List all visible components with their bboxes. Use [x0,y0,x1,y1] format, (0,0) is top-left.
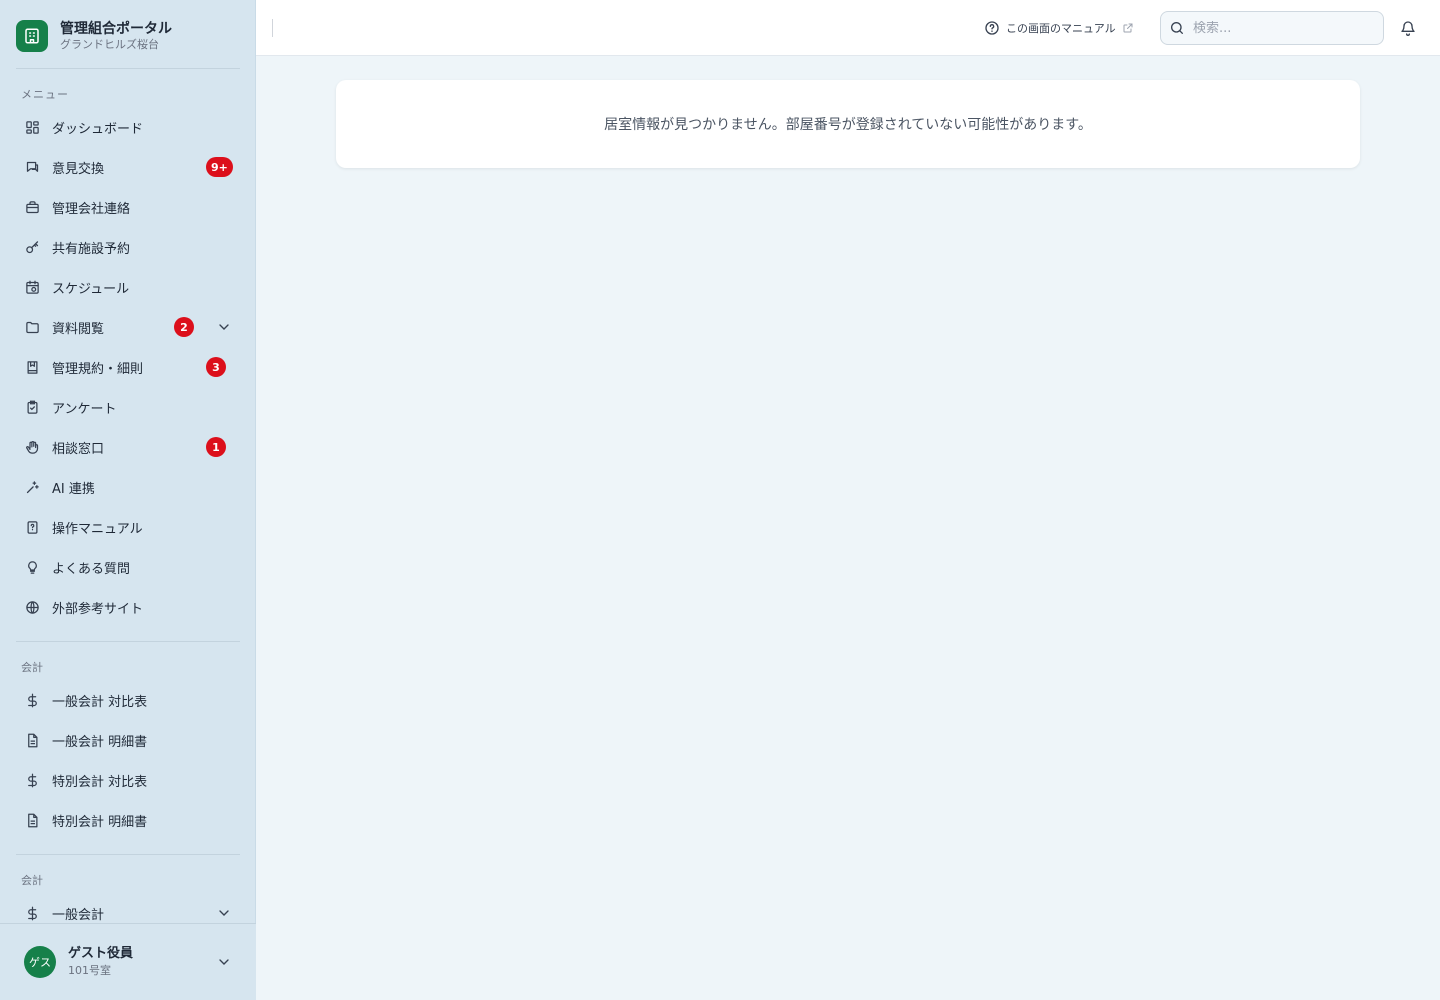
sidebar-item-ai[interactable]: AI 連携 [16,469,240,505]
sidebar-item-general-comparison[interactable]: 一般会計 対比表 [16,682,240,718]
sidebar-item-label: よくある質問 [52,561,131,577]
search-box[interactable] [1160,11,1384,45]
top-header: この画面のマニュアル [256,0,1440,56]
sidebar-item-label: 意見交換 [52,161,105,177]
sidebar-item-documents[interactable]: 資料閲覧 2 [16,309,240,345]
building-icon [16,20,48,52]
sidebar-item-label: 操作マニュアル [52,521,143,537]
sidebar-item-consultation[interactable]: 相談窓口 1 [16,429,240,465]
sidebar-item-label: 特別会計 明細書 [52,814,148,830]
document-icon [24,732,40,748]
sidebar-item-special-statement[interactable]: 特別会計 明細書 [16,802,240,838]
chat-icon [24,159,40,175]
sidebar-item-manual[interactable]: 操作マニュアル [16,509,240,545]
dollar-icon [24,905,40,921]
chevron-down-icon[interactable] [216,905,232,921]
sidebar-item-faq[interactable]: よくある質問 [16,549,240,585]
brand-subtitle: グランドヒルズ桜台 [60,38,159,51]
notification-badge: 9+ [206,157,233,177]
header-separator [272,19,273,37]
sidebar-item-label: 管理規約・細則 [52,361,144,377]
hand-icon [24,439,40,455]
sidebar-item-label: スケジュール [52,281,130,297]
sidebar-item-schedule[interactable]: スケジュール [16,269,240,305]
sidebar-item-label: 一般会計 対比表 [52,694,148,710]
sidebar-item-survey[interactable]: アンケート [16,389,240,425]
sidebar-item-label: 外部参考サイト [52,601,144,617]
key-icon [24,239,40,255]
globe-icon [24,599,40,615]
sidebar-item-opinion-exchange[interactable]: 意見交換 9+ [16,149,240,185]
divider [16,641,240,642]
brand-title: 管理組合ポータル [60,21,172,37]
sidebar-item-label: 共有施設予約 [52,241,131,257]
notification-badge: 1 [206,437,226,457]
section-label-menu: メニュー [21,88,69,101]
sidebar-item-label: 一般会計 [52,907,105,923]
dollar-icon [24,692,40,708]
sparkles-icon [24,479,40,495]
clipboard-icon [24,399,40,415]
sidebar-item-facility-booking[interactable]: 共有施設予約 [16,229,240,265]
screen-manual-link[interactable]: この画面のマニュアル [984,18,1134,38]
sidebar-item-label: ダッシュボード [52,121,144,137]
notification-badge: 3 [206,357,226,377]
dollar-icon [24,772,40,788]
chevron-down-icon[interactable] [216,319,232,335]
sidebar-item-general-accounting[interactable]: 一般会計 [16,895,240,923]
manual-icon [24,519,40,535]
sidebar-item-label: AI 連携 [52,481,95,497]
document-icon [24,812,40,828]
sidebar-item-label: アンケート [52,401,117,417]
notice-card: 居室情報が見つかりません。部屋番号が登録されていない可能性があります。 [336,80,1360,168]
bell-icon[interactable] [1400,19,1416,37]
sidebar-item-label: 相談窓口 [52,441,105,457]
sidebar-item-label: 資料閲覧 [52,321,105,337]
briefcase-icon [24,199,40,215]
manual-link-label: この画面のマニュアル [1006,22,1116,35]
help-circle-icon [984,20,1000,36]
dashboard-icon [24,119,40,135]
sidebar-item-dashboard[interactable]: ダッシュボード [16,109,240,145]
folder-icon [24,319,40,335]
book-icon [24,359,40,375]
notice-message: 居室情報が見つかりません。部屋番号が登録されていない可能性があります。 [604,117,1092,133]
sidebar-item-label: 特別会計 対比表 [52,774,148,790]
divider [16,854,240,855]
calendar-clock-icon [24,279,40,295]
section-label-accounting: 会計 [21,661,43,674]
search-icon [1171,22,1183,34]
brand[interactable]: 管理組合ポータル グランドヒルズ桜台 [16,16,240,56]
sidebar-item-special-comparison[interactable]: 特別会計 対比表 [16,762,240,798]
user-menu[interactable]: ゲス ゲスト役員 101号室 [0,923,256,1000]
sidebar-item-label: 一般会計 明細書 [52,734,148,750]
user-name: ゲスト役員 [68,946,134,961]
search-input[interactable] [1193,20,1373,36]
notification-badge: 2 [174,317,194,337]
sidebar-item-bylaws[interactable]: 管理規約・細則 3 [16,349,240,385]
avatar: ゲス [24,946,56,978]
sidebar-item-management-company[interactable]: 管理会社連絡 [16,189,240,225]
sidebar: 管理組合ポータル グランドヒルズ桜台 メニュー ダッシュボード 意見交換 9+ … [0,0,256,1000]
lightbulb-icon [24,559,40,575]
section-label-accounting-2: 会計 [21,874,43,887]
external-link-icon [1122,22,1134,34]
sidebar-item-general-statement[interactable]: 一般会計 明細書 [16,722,240,758]
sidebar-item-label: 管理会社連絡 [52,201,131,217]
chevron-down-icon[interactable] [216,954,232,970]
divider [16,68,240,69]
user-room: 101号室 [68,964,111,977]
sidebar-item-external-sites[interactable]: 外部参考サイト [16,589,240,625]
